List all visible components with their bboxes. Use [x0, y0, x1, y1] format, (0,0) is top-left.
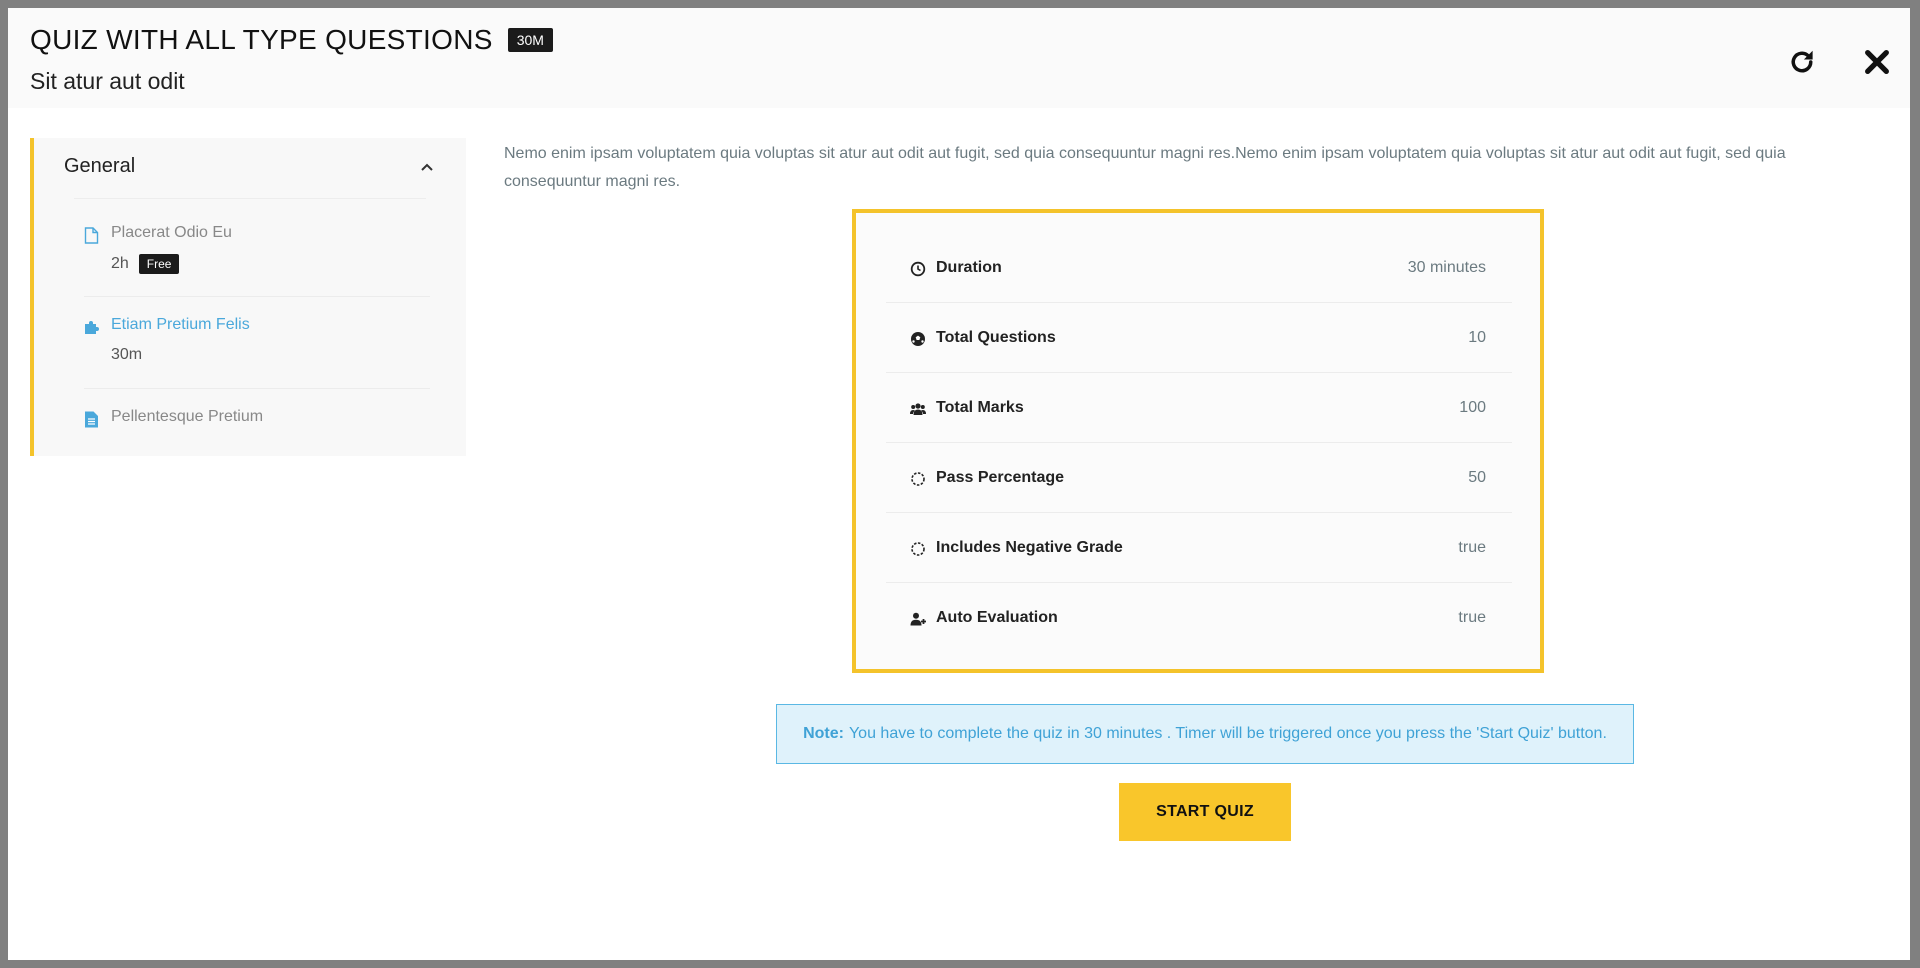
- info-label: Total Marks: [936, 399, 1024, 416]
- lesson-meta: 2h Free: [111, 254, 180, 274]
- note-text: You have to complete the quiz in 30 minu…: [848, 725, 1607, 742]
- info-value: true: [1458, 539, 1486, 556]
- info-label: Duration: [936, 259, 1002, 276]
- divider: [84, 296, 430, 297]
- lesson-meta: 30m: [111, 346, 142, 364]
- quiz-info-box: Duration 30 minutes Total Questions 10 T…: [852, 209, 1544, 673]
- lesson-item-etiam-pretium-felis[interactable]: Etiam Pretium Felis 30m: [84, 316, 430, 372]
- info-value: 30 minutes: [1407, 259, 1486, 276]
- info-row-negative-grade: Includes Negative Grade true: [886, 513, 1512, 583]
- file-text-icon: [85, 411, 98, 428]
- info-row-duration: Duration 30 minutes: [886, 233, 1512, 303]
- quiz-modal: QUIZ WITH ALL TYPE QUESTIONS 30M Sit atu…: [8, 8, 1910, 960]
- start-quiz-button[interactable]: START QUIZ: [1119, 783, 1291, 841]
- lesson-name: Placerat Odio Eu: [111, 224, 232, 241]
- info-row-total-marks: Total Marks 100: [886, 373, 1512, 443]
- info-label: Auto Evaluation: [936, 609, 1058, 626]
- clock-icon: [910, 261, 926, 277]
- section-header-general[interactable]: General: [34, 138, 466, 192]
- timer-note: Note: You have to complete the quiz in 3…: [776, 704, 1634, 764]
- free-badge: Free: [138, 254, 180, 274]
- modal-header: QUIZ WITH ALL TYPE QUESTIONS 30M Sit atu…: [8, 8, 1910, 108]
- title-row: QUIZ WITH ALL TYPE QUESTIONS 30M: [30, 24, 553, 56]
- divider: [74, 198, 426, 199]
- quiz-subtitle: Sit atur aut odit: [30, 68, 185, 94]
- note-label: Note:: [803, 725, 844, 742]
- quiz-description: Nemo enim ipsam voluptatem quia voluptas…: [504, 145, 1786, 190]
- curriculum-sidebar: General Placerat Odio Eu 2h Free Etiam P…: [30, 138, 466, 456]
- info-label: Total Questions: [936, 329, 1056, 346]
- file-outline-icon: [84, 227, 99, 244]
- info-value: 100: [1459, 399, 1486, 416]
- soccer-ball-icon: [911, 332, 925, 346]
- lesson-duration: 2h: [111, 255, 129, 272]
- spinner-icon: [911, 542, 925, 556]
- lesson-name: Pellentesque Pretium: [111, 408, 264, 425]
- users-icon: [910, 403, 926, 415]
- reload-button[interactable]: [1784, 44, 1820, 80]
- lesson-item-pellentesque-pretium[interactable]: Pellentesque Pretium: [84, 408, 430, 434]
- lesson-item-placerat-odio-eu[interactable]: Placerat Odio Eu 2h Free: [84, 224, 430, 280]
- lesson-name: Etiam Pretium Felis: [111, 316, 250, 333]
- info-label: Pass Percentage: [936, 469, 1065, 486]
- puzzle-icon: [85, 321, 99, 334]
- quiz-title: QUIZ WITH ALL TYPE QUESTIONS: [30, 24, 493, 55]
- info-row-total-questions: Total Questions 10: [886, 303, 1512, 373]
- spinner-icon: [911, 472, 925, 486]
- lesson-duration: 30m: [111, 346, 143, 363]
- chevron-up-icon: [421, 163, 433, 171]
- info-value: 50: [1468, 469, 1486, 486]
- info-row-pass-percentage: Pass Percentage 50: [886, 443, 1512, 513]
- info-value: true: [1458, 609, 1486, 626]
- info-row-auto-evaluation: Auto Evaluation true: [886, 583, 1512, 653]
- duration-badge: 30M: [507, 28, 553, 52]
- user-plus-icon: [910, 612, 926, 626]
- close-icon: [1865, 50, 1889, 74]
- reload-icon: [1791, 50, 1813, 73]
- info-label: Includes Negative Grade: [936, 539, 1123, 556]
- info-value: 10: [1468, 329, 1486, 346]
- section-title: General: [64, 155, 136, 177]
- close-button[interactable]: [1859, 44, 1895, 80]
- divider: [84, 388, 430, 389]
